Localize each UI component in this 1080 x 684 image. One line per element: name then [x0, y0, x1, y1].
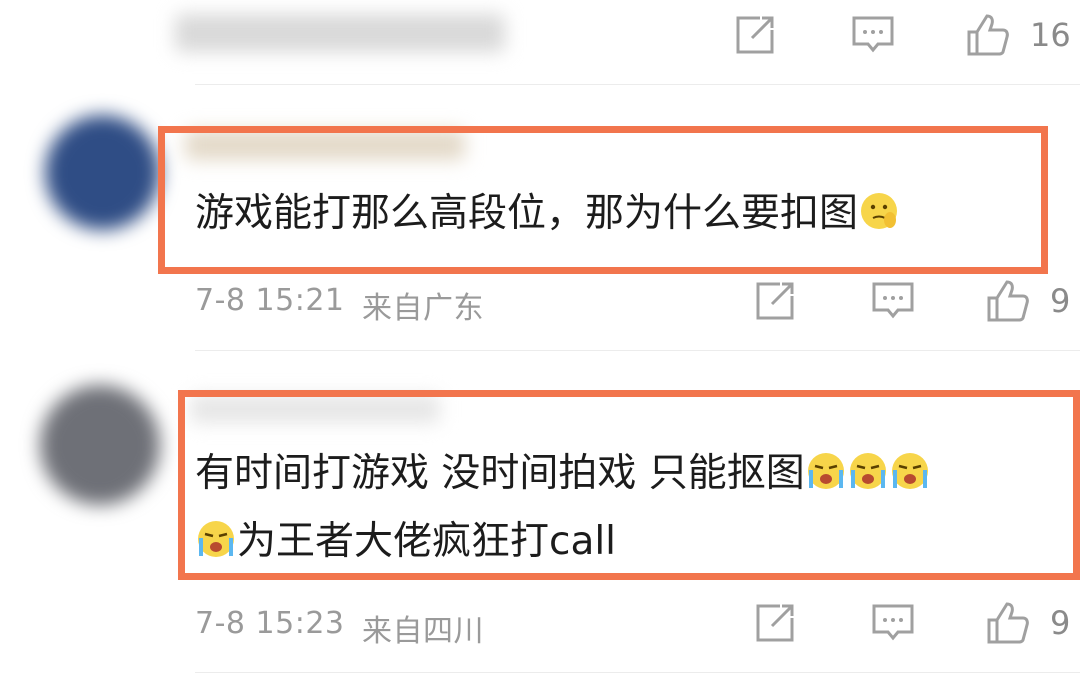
repost-icon-svg [736, 16, 774, 54]
prev-username-blurred [175, 14, 505, 52]
comment-icon-svg [872, 604, 914, 641]
avatar[interactable] [40, 385, 160, 505]
saluting-face-icon [858, 190, 900, 244]
comment-text-line2: 为王者大佬疯狂打call [237, 519, 617, 564]
crying-face-icon [195, 518, 237, 572]
comment-text: 有时间打游戏 没时间拍戏 只能抠图 [195, 450, 931, 504]
crying-face-icon [805, 450, 847, 504]
comment-text-content: 游戏能打那么高段位，那为什么要扣图 [195, 191, 859, 236]
comment-icon[interactable] [870, 600, 916, 646]
comment-time: 7-8 15:23 [195, 606, 345, 641]
comment-text: 游戏能打那么高段位，那为什么要扣图 [195, 190, 900, 244]
like-icon-svg [967, 14, 1009, 56]
repost-icon-svg [756, 604, 794, 642]
crying-face-icon [847, 450, 889, 504]
like-icon-svg [987, 602, 1029, 644]
like-icon[interactable] [985, 600, 1031, 646]
like-icon[interactable] [965, 12, 1011, 58]
repost-icon-svg [756, 282, 794, 320]
comment-location: 来自广东 [362, 291, 484, 326]
divider [195, 84, 1080, 85]
comment-location: 来自四川 [362, 614, 484, 649]
like-icon-svg [987, 280, 1029, 322]
like-count: 16 [1030, 16, 1071, 54]
comment-text-line1: 有时间打游戏 没时间拍戏 只能抠图 [195, 451, 805, 496]
comment-time: 7-8 15:21 [195, 283, 345, 318]
like-icon[interactable] [985, 278, 1031, 324]
repost-icon[interactable] [752, 278, 798, 324]
comment-icon[interactable] [870, 278, 916, 324]
crying-face-icon [889, 450, 931, 504]
comment-text: 为王者大佬疯狂打call [195, 518, 616, 572]
repost-icon[interactable] [752, 600, 798, 646]
comment-icon-svg [852, 16, 894, 53]
repost-icon[interactable] [732, 12, 778, 58]
like-count: 9 [1050, 604, 1071, 642]
comment-icon[interactable] [850, 12, 896, 58]
comment-icon-svg [872, 282, 914, 319]
like-count: 9 [1050, 282, 1071, 320]
divider [195, 350, 1080, 351]
avatar[interactable] [45, 115, 160, 230]
divider [195, 672, 1080, 673]
